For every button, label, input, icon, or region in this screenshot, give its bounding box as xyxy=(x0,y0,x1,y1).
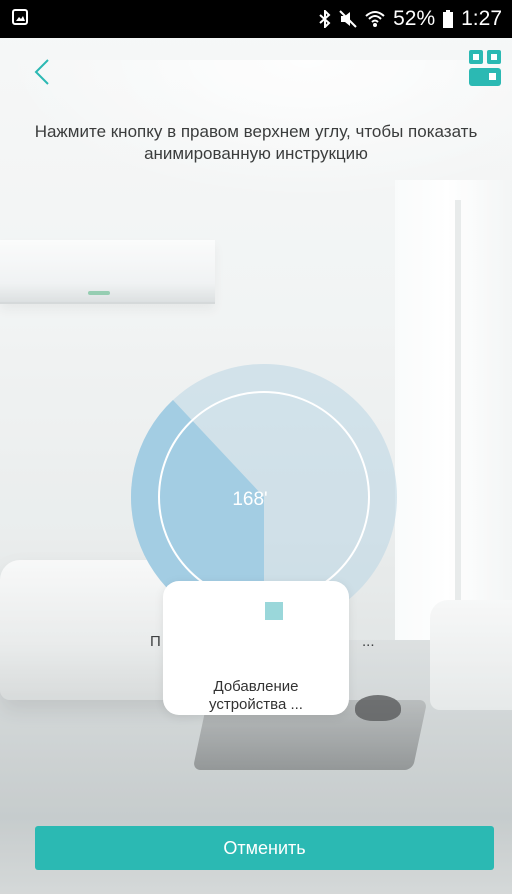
instruction-line-2: анимированную инструкцию xyxy=(144,144,368,163)
battery-icon xyxy=(443,10,454,28)
status-right-group: 52% 1:27 xyxy=(319,0,502,38)
loading-message-line-2: устройства ... xyxy=(209,696,303,713)
chevron-left-icon[interactable] xyxy=(30,58,54,86)
clock: 1:27 xyxy=(461,7,502,30)
progress-hint-right: ... xyxy=(362,633,375,650)
mute-icon xyxy=(339,10,357,28)
loading-message-line-1: Добавление xyxy=(213,678,299,695)
loading-spinner-icon xyxy=(265,602,283,620)
status-bar: 52% 1:27 xyxy=(0,0,512,38)
instruction-line-1: Нажмите кнопку в правом верхнем углу, чт… xyxy=(34,122,478,141)
gallery-notification-icon xyxy=(12,9,28,25)
loading-message: Добавление устройства ... xyxy=(163,678,349,714)
progress-value: 168' xyxy=(232,489,268,510)
screen: 52% 1:27 Нажмите кнопку в правом верхнем… xyxy=(0,0,512,894)
cancel-button[interactable]: Отменить xyxy=(35,826,494,870)
bluetooth-icon xyxy=(319,10,331,28)
battery-percent: 52% xyxy=(393,7,436,30)
loading-dialog: Добавление устройства ... xyxy=(163,581,349,715)
wifi-icon xyxy=(365,11,385,27)
qr-code-icon[interactable] xyxy=(469,50,501,86)
instruction-text: Нажмите кнопку в правом верхнем углу, чт… xyxy=(0,121,512,165)
progress-hint-left: П xyxy=(150,633,161,650)
